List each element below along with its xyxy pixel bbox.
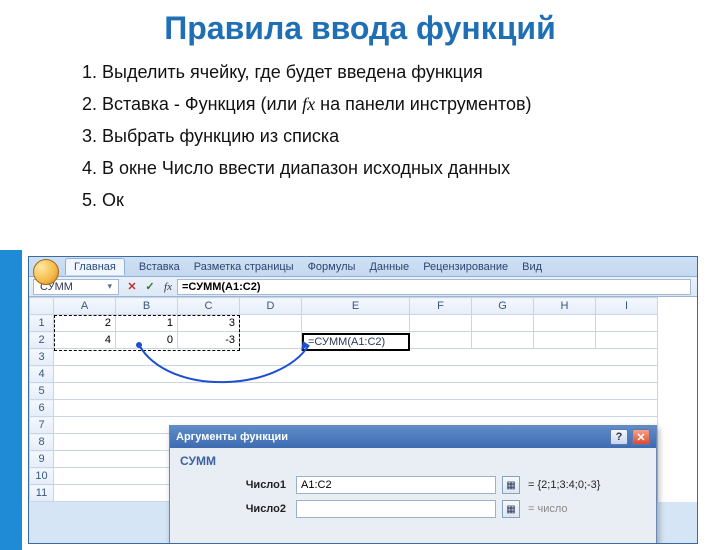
ribbon-tabs: Главная Вставка Разметка страницы Формул… — [29, 257, 697, 277]
fx-button[interactable]: fx — [160, 279, 176, 295]
row-header[interactable]: 7 — [30, 417, 54, 434]
row-header[interactable]: 9 — [30, 451, 54, 468]
page-title: Правила ввода функций — [0, 10, 720, 47]
tab-insert[interactable]: Вставка — [139, 261, 180, 273]
office-button[interactable] — [33, 259, 59, 285]
col-header[interactable]: F — [410, 298, 472, 315]
col-header[interactable]: H — [534, 298, 596, 315]
col-header[interactable]: E — [302, 298, 410, 315]
select-all-corner[interactable] — [30, 298, 54, 315]
dialog-titlebar[interactable]: Аргументы функции ? ✕ — [170, 426, 656, 448]
tab-home[interactable]: Главная — [65, 258, 125, 275]
row-header[interactable]: 10 — [30, 468, 54, 485]
col-header[interactable]: D — [240, 298, 302, 315]
cell[interactable] — [302, 315, 410, 332]
tab-page-layout[interactable]: Разметка страницы — [194, 261, 294, 273]
tab-data[interactable]: Данные — [369, 261, 409, 273]
rule-item: Выбрать функцию из списка — [102, 123, 720, 151]
cell[interactable] — [534, 315, 596, 332]
row-header[interactable]: 3 — [30, 349, 54, 366]
cell[interactable]: 0 — [116, 332, 178, 349]
cell[interactable]: 1 — [116, 315, 178, 332]
arg-input-1[interactable] — [296, 476, 496, 494]
row-header[interactable]: 4 — [30, 366, 54, 383]
excel-window: Главная Вставка Разметка страницы Формул… — [28, 256, 698, 544]
col-header[interactable]: C — [178, 298, 240, 315]
cell[interactable] — [596, 332, 658, 349]
cell[interactable]: 4 — [54, 332, 116, 349]
rule-item: Вставка - Функция (или fx на панели инст… — [102, 91, 720, 119]
arg-label: Число2 — [180, 503, 290, 515]
row-header[interactable]: 1 — [30, 315, 54, 332]
cell[interactable] — [596, 315, 658, 332]
arg-input-2[interactable] — [296, 500, 496, 518]
cell[interactable]: -3 — [178, 332, 240, 349]
cancel-button[interactable]: ✕ — [124, 279, 140, 295]
col-header[interactable]: G — [472, 298, 534, 315]
argument-row: Число2 ▦ = число — [180, 500, 646, 518]
cell[interactable]: 2 — [54, 315, 116, 332]
tab-formulas[interactable]: Формулы — [308, 261, 356, 273]
row-header[interactable]: 11 — [30, 485, 54, 502]
cell[interactable] — [410, 315, 472, 332]
rule-item: Выделить ячейку, где будет введена функц… — [102, 59, 720, 87]
help-button[interactable]: ? — [610, 429, 628, 445]
argument-row: Число1 ▦ = {2;1;3:4;0;-3} — [180, 476, 646, 494]
cell[interactable] — [472, 332, 534, 349]
arg-result: = число — [528, 503, 646, 515]
cell[interactable] — [410, 332, 472, 349]
cell[interactable] — [54, 349, 658, 366]
row-header[interactable]: 5 — [30, 383, 54, 400]
formula-bar-row: СУММ ▾ ✕ ✓ fx =СУММ(A1:C2) — [29, 277, 697, 297]
row-header[interactable]: 6 — [30, 400, 54, 417]
cell[interactable] — [534, 332, 596, 349]
arg-label: Число1 — [180, 479, 290, 491]
cell[interactable] — [240, 332, 302, 349]
cell[interactable]: 3 — [178, 315, 240, 332]
row-header[interactable]: 2 — [30, 332, 54, 349]
dialog-function-name: СУММ — [180, 454, 646, 468]
tab-review[interactable]: Рецензирование — [423, 261, 508, 273]
rule-item: Ок — [102, 187, 720, 215]
dialog-title: Аргументы функции — [176, 431, 288, 443]
enter-button[interactable]: ✓ — [142, 279, 158, 295]
cell[interactable] — [240, 315, 302, 332]
range-picker-button[interactable]: ▦ — [502, 476, 520, 494]
cell[interactable] — [302, 332, 410, 349]
cell[interactable] — [54, 400, 658, 417]
row-header[interactable]: 8 — [30, 434, 54, 451]
cell[interactable] — [54, 383, 658, 400]
formula-input[interactable]: =СУММ(A1:C2) — [177, 279, 691, 295]
chevron-down-icon[interactable]: ▾ — [107, 281, 112, 292]
col-header[interactable]: I — [596, 298, 658, 315]
rule-item: В окне Число ввести диапазон исходных да… — [102, 155, 720, 183]
range-picker-button[interactable]: ▦ — [502, 500, 520, 518]
close-button[interactable]: ✕ — [632, 429, 650, 445]
decorative-stripe — [0, 250, 22, 550]
arg-result: = {2;1;3:4;0;-3} — [528, 479, 646, 491]
rules-list: Выделить ячейку, где будет введена функц… — [78, 59, 720, 214]
tab-view[interactable]: Вид — [522, 261, 542, 273]
cell[interactable] — [54, 366, 658, 383]
function-arguments-dialog: Аргументы функции ? ✕ СУММ Число1 ▦ = {2… — [169, 425, 657, 544]
worksheet[interactable]: A B C D E F G H I 1 2 1 3 — [29, 297, 697, 502]
cell[interactable] — [472, 315, 534, 332]
col-header[interactable]: A — [54, 298, 116, 315]
col-header[interactable]: B — [116, 298, 178, 315]
